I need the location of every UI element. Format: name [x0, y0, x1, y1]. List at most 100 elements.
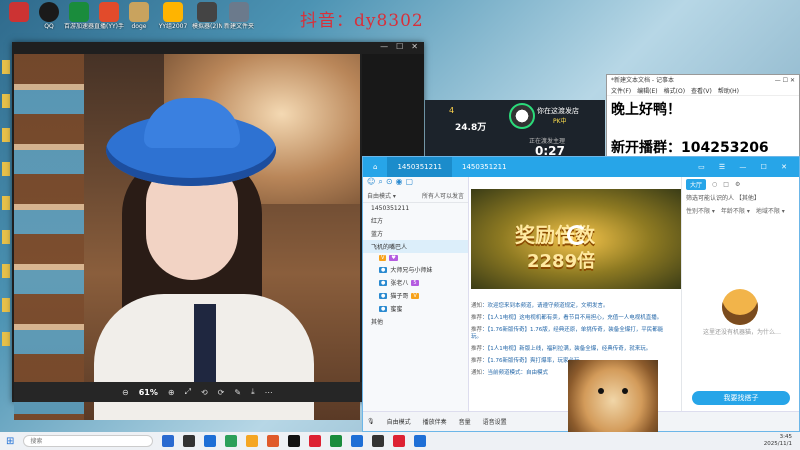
maximize-icon[interactable]: ☐ — [396, 42, 403, 52]
channel-red[interactable]: 红方 — [363, 214, 468, 227]
window-controls[interactable]: ▭ ☰ — ☐ ✕ — [698, 163, 799, 171]
taskbar-app-icon[interactable] — [183, 435, 196, 447]
zoom-out-icon[interactable]: ⊖ — [122, 388, 129, 397]
yy-mobile-icon — [99, 2, 119, 22]
rotate-left-icon[interactable]: ⟲ — [201, 388, 208, 397]
chat-message: 通知：欢迎您来到本频道，请遵守频道规定，文明发言。 — [471, 303, 609, 309]
download-icon[interactable]: ⤓ — [251, 387, 255, 397]
menu-file[interactable]: 文件(F) — [611, 86, 631, 95]
taskbar-app-icon[interactable] — [246, 435, 259, 447]
streamer-avatar[interactable] — [509, 103, 535, 129]
desktop-icon-1[interactable] — [4, 2, 34, 23]
desktop-icon-emulator[interactable]: 模拟器(2)NG... — [192, 2, 222, 30]
streamer-name: 你在这渡发店 — [537, 107, 579, 115]
taskbar-app-icon[interactable] — [393, 435, 406, 447]
sidebar-icons[interactable]: ☺⌕⊙◉▢ — [363, 177, 468, 189]
yy-icon — [163, 2, 183, 22]
user-row[interactable]: ● 张老八 5 — [363, 276, 468, 289]
channel-other[interactable]: 其他 — [363, 315, 468, 328]
notepad-window[interactable]: *新建文本文档 - 记事本 — ☐ ✕ 文件(F) 编辑(E) 格式(O) 查看(… — [606, 74, 800, 164]
settings-icon[interactable]: ⚙ — [735, 181, 740, 188]
accelerator-icon — [69, 2, 89, 22]
filter-label[interactable]: 筛选可能认识的人 【其他】 — [682, 191, 799, 204]
fit-icon[interactable]: ⤢ — [185, 387, 191, 397]
mic-icon[interactable]: 🎙 — [367, 418, 375, 425]
pk-badge: PK中 — [553, 118, 567, 125]
close-icon[interactable]: ✕ — [411, 42, 418, 52]
taskbar-app-icon[interactable] — [288, 435, 301, 447]
tie-shape — [194, 304, 216, 394]
channel-blue[interactable]: 蓝方 — [363, 227, 468, 240]
window-controls[interactable]: — ☐ ✕ — [775, 75, 795, 86]
tab-hall[interactable]: 大厅 — [686, 178, 707, 190]
home-icon[interactable]: ⌂ — [363, 157, 387, 177]
taskbar-app-icon[interactable] — [309, 435, 322, 447]
age-select[interactable]: 年龄不限 ▾ — [721, 206, 750, 215]
taskbar-app-icon[interactable] — [330, 435, 343, 447]
gender-select[interactable]: 性别不限 ▾ — [686, 206, 715, 215]
taskbar-clock[interactable]: 3:45 2025/11/1 — [764, 434, 800, 448]
rotate-right-icon[interactable]: ⟳ — [218, 388, 225, 397]
taskbar-search[interactable]: 搜索 — [23, 435, 154, 447]
reward-multiplier: 2289倍 — [527, 251, 596, 272]
notepad-line-2[interactable]: 新开播群：104253206 — [611, 137, 769, 157]
volume-button[interactable]: 音量 — [459, 417, 471, 426]
taskbar-app-icon[interactable] — [225, 435, 238, 447]
menu-help[interactable]: 帮助(H) — [718, 86, 739, 95]
mode-row[interactable]: 自由模式 ▾ 所有人可以发言 — [363, 189, 468, 203]
channel-tab-1[interactable]: 1450351211 — [387, 157, 452, 177]
menu-format[interactable]: 格式(O) — [664, 86, 685, 95]
taskbar-app-icon[interactable] — [372, 435, 385, 447]
mode-button[interactable]: 自由模式 — [387, 417, 411, 426]
desktop-icon-accelerator[interactable]: 百游加速器 — [64, 2, 94, 30]
user-row[interactable]: ● 猫子哥 V — [363, 289, 468, 302]
more-icon[interactable]: ⋯ — [265, 388, 273, 397]
channel-root[interactable]: 1450351211 — [363, 203, 468, 214]
menu-edit[interactable]: 编辑(E) — [637, 86, 657, 95]
taskbar-app-icon[interactable] — [267, 435, 280, 447]
empty-state-text: 这里还没有机器猫，为什么… — [702, 329, 781, 336]
mode-select[interactable]: 自由模式 ▾ — [367, 191, 396, 200]
dog-eye — [598, 388, 604, 394]
role-badge: ● — [379, 305, 388, 312]
dog-eye — [622, 388, 628, 394]
user-name: 蜜蜜 — [390, 306, 403, 313]
menu-view[interactable]: 查看(V) — [691, 86, 712, 95]
taskbar-app-icon[interactable] — [204, 435, 217, 447]
chat-message: 推荐：【1人1电视】新版上线，福利拉满，装备全爆，经典传奇，就来玩。 — [471, 346, 652, 352]
user-row[interactable]: ● 大师兄与小师妹 — [363, 263, 468, 276]
start-icon[interactable]: ⊞ — [6, 436, 14, 447]
user-row[interactable]: ● 蜜蜜 — [363, 302, 468, 315]
notepad-menu: 文件(F) 编辑(E) 格式(O) 查看(V) 帮助(H) — [607, 86, 799, 96]
desktop-icon-yy[interactable]: YY组2007 — [158, 2, 188, 30]
desktop-icon-folder[interactable]: 新建文件夹(YY)... — [224, 2, 254, 30]
desktop-icon-qq[interactable]: QQ — [34, 2, 64, 30]
desktop-icon-doge[interactable]: doge — [124, 2, 154, 30]
find-partner-button[interactable]: 我要找搭子 — [692, 391, 790, 405]
edit-icon[interactable]: ✎ — [234, 388, 241, 397]
doge-icon — [129, 2, 149, 22]
yy-topbar: ⌂ 1450351211 1450351211 ▭ ☰ — ☐ ✕ — [363, 157, 799, 177]
taskbar-app-icon[interactable] — [414, 435, 427, 447]
level-badge: ♥ — [389, 255, 398, 261]
voice-settings-button[interactable]: 语音设置 — [483, 417, 507, 426]
tab-circle[interactable]: ○ — [712, 181, 717, 188]
desktop-icon-yy-mobile[interactable]: 直播(YY)手机版 — [94, 2, 124, 30]
role-badge: ● — [379, 266, 388, 273]
channel-tab-2[interactable]: 1450351211 — [452, 157, 517, 177]
zoom-in-icon[interactable]: ⊕ — [168, 388, 175, 397]
notepad-line-1[interactable]: 晚上好鸭！ — [611, 99, 681, 119]
view-count: 24.8万 — [455, 123, 487, 133]
channel-current[interactable]: 飞机的嘴巴人 — [363, 240, 468, 253]
user-row[interactable]: V ♥ — [363, 253, 468, 263]
taskbar-app-icon[interactable] — [162, 435, 175, 447]
taskbar-app-icon[interactable] — [351, 435, 364, 447]
live-stream-panel[interactable]: 4 24.8万 你在这渡发店 PK中 正在渡发主理 0:27 — [425, 100, 605, 158]
live-video[interactable]: 奖励倍数 2289倍 — [471, 189, 681, 289]
tab-square[interactable]: □ — [723, 181, 729, 188]
chat-message: 推荐：【1.76新版传奇】1.76版，经典还原，单挑传奇，装备全爆打，平民都能玩… — [471, 327, 664, 340]
emulator-icon — [197, 2, 217, 22]
region-select[interactable]: 地域不限 ▾ — [756, 206, 785, 215]
accompany-button[interactable]: 播放伴奏 — [423, 417, 447, 426]
minimize-icon[interactable]: — — [380, 42, 388, 52]
